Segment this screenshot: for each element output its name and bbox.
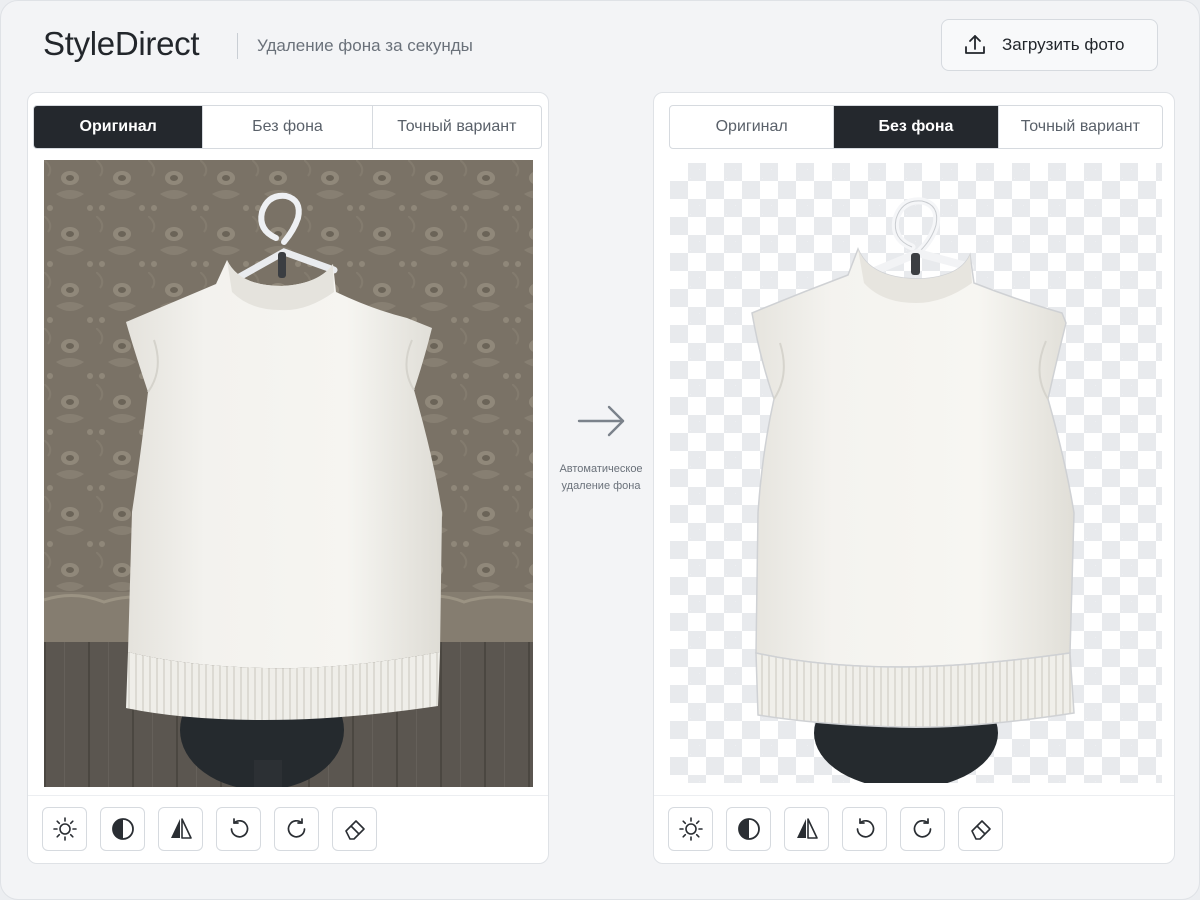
original-panel: Оригинал Без фона Точный вариант [27, 92, 549, 864]
upload-photo-button[interactable]: Загрузить фото [941, 19, 1158, 71]
left-rotate-left-button[interactable] [216, 807, 261, 851]
left-tab-precise[interactable]: Точный вариант [373, 106, 541, 148]
rotate-right-icon [287, 818, 305, 838]
left-contrast-button[interactable] [100, 807, 145, 851]
left-toolbar [42, 807, 377, 851]
cutout-garment [751, 197, 1075, 783]
eraser-icon [970, 820, 991, 840]
right-contrast-button[interactable] [726, 807, 771, 851]
right-tab-no-background[interactable]: Без фона [834, 106, 999, 148]
original-photo-canvas [44, 160, 533, 787]
app-window: StyleDirect Удаление фона за секунды Заг… [0, 0, 1200, 900]
process-caption-line1: Автоматическое [559, 463, 643, 475]
process-caption-line2: удаление фона [561, 480, 641, 492]
left-tab-original[interactable]: Оригинал [34, 106, 204, 148]
process-caption: Автоматическое удаление фона [549, 461, 653, 495]
original-photo [44, 160, 533, 787]
left-flip-button[interactable] [158, 807, 203, 851]
header: StyleDirect Удаление фона за секунды Заг… [1, 1, 1200, 93]
left-brightness-button[interactable] [42, 807, 87, 851]
upload-icon [965, 35, 985, 54]
rotate-left-icon [230, 818, 248, 838]
right-toolbar-divider [654, 795, 1174, 796]
contrast-icon [111, 818, 134, 840]
rotate-right-icon [913, 818, 931, 838]
brightness-icon [52, 817, 77, 841]
result-panel: Оригинал Без фона Точный вариант [653, 92, 1175, 864]
result-photo [670, 163, 1162, 783]
right-eraser-button[interactable] [958, 807, 1003, 851]
tagline: Удаление фона за секунды [257, 36, 473, 55]
contrast-icon [737, 818, 760, 840]
left-tab-no-background[interactable]: Без фона [203, 106, 373, 148]
right-tab-precise[interactable]: Точный вариант [999, 106, 1162, 148]
right-rotate-right-button[interactable] [900, 807, 945, 851]
flip-icon [796, 818, 818, 839]
left-eraser-button[interactable] [332, 807, 377, 851]
header-divider [237, 33, 238, 59]
right-toolbar [668, 807, 1003, 851]
right-view-tabs: Оригинал Без фона Точный вариант [669, 105, 1163, 149]
brightness-icon [678, 817, 703, 841]
right-rotate-left-button[interactable] [842, 807, 887, 851]
eraser-icon [344, 820, 365, 840]
left-rotate-right-button[interactable] [274, 807, 319, 851]
flip-icon [170, 818, 192, 839]
upload-photo-label: Загрузить фото [1002, 35, 1125, 54]
arrow-right-icon [577, 405, 625, 437]
left-view-tabs: Оригинал Без фона Точный вариант [33, 105, 542, 149]
brand-logo: StyleDirect [43, 25, 200, 62]
rotate-left-icon [856, 818, 874, 838]
left-toolbar-divider [28, 795, 548, 796]
right-flip-button[interactable] [784, 807, 829, 851]
right-tab-original[interactable]: Оригинал [670, 106, 835, 148]
right-brightness-button[interactable] [668, 807, 713, 851]
